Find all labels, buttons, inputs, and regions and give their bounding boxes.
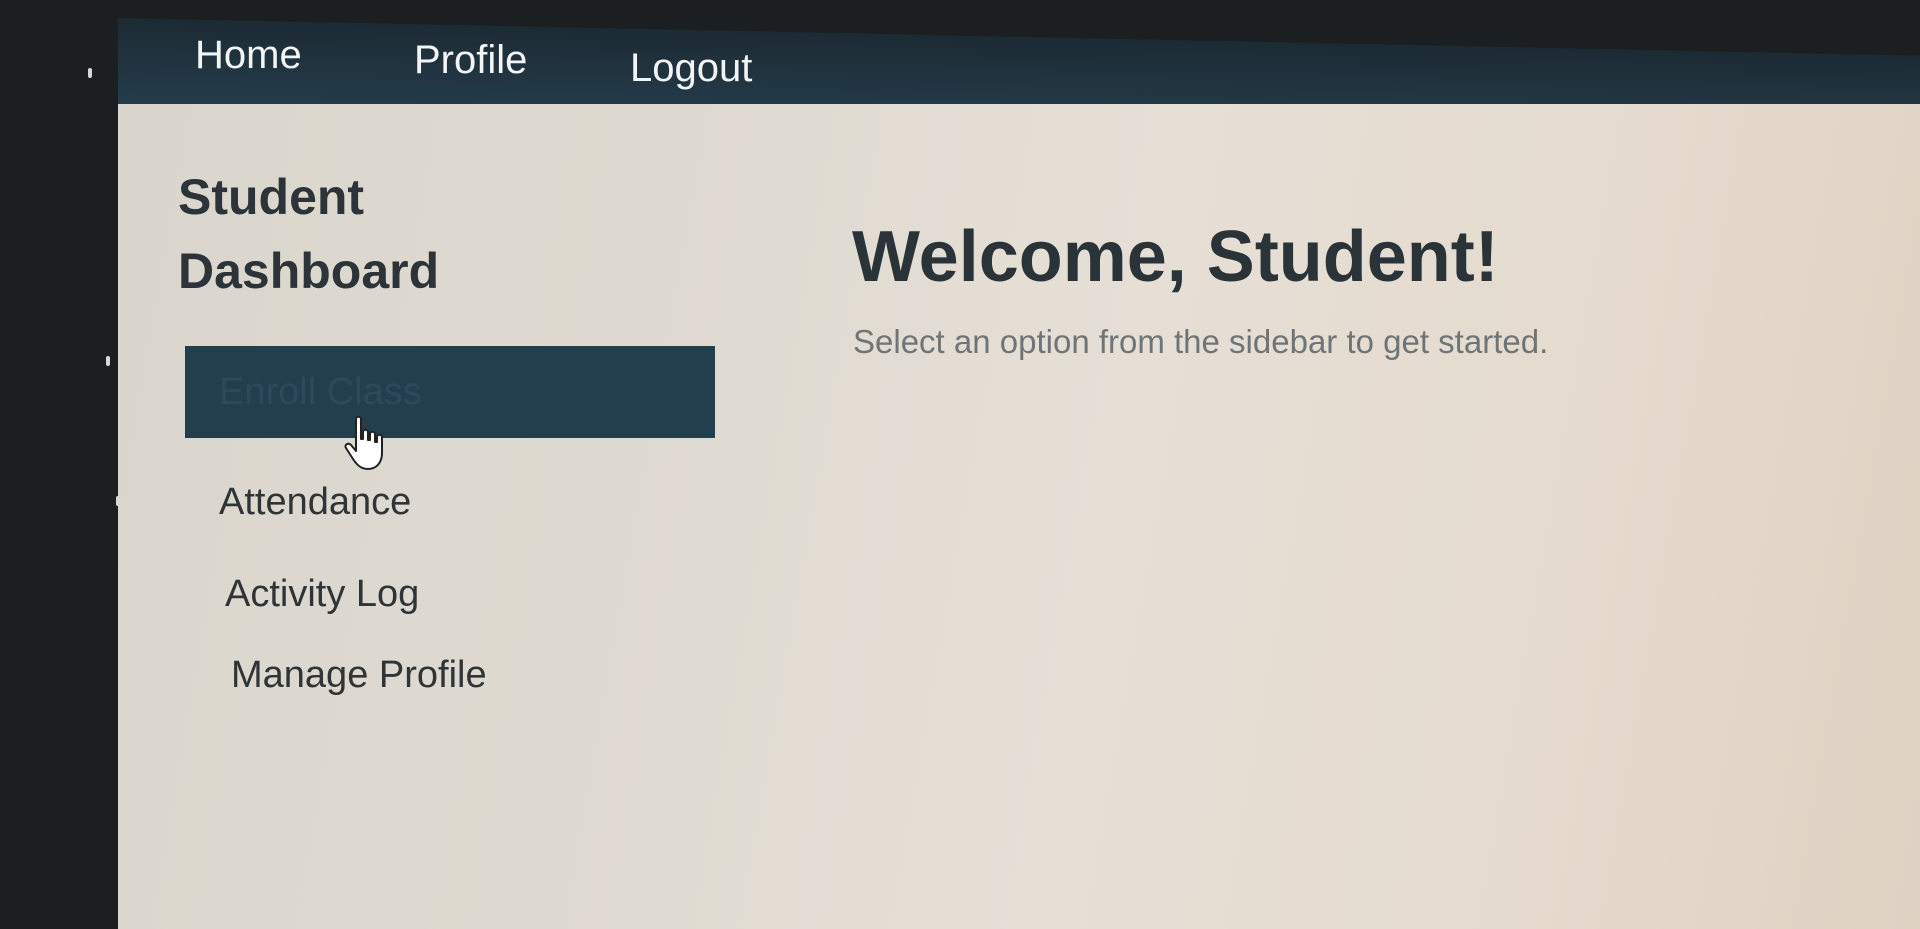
hand-pointer-icon bbox=[344, 415, 383, 470]
welcome-subtitle: Select an option from the sidebar to get… bbox=[853, 323, 1549, 360]
sidebar-item-manage-profile[interactable]: Manage Profile bbox=[185, 640, 715, 732]
sidebar-item-enroll-class[interactable]: Enroll Class bbox=[185, 346, 715, 438]
nav-profile-link[interactable]: Profile bbox=[414, 38, 527, 83]
nav-logout-link[interactable]: Logout bbox=[630, 46, 752, 91]
sidebar-item-activity-log[interactable]: Activity Log bbox=[185, 548, 715, 640]
monitor-screen: Home Profile Logout Student Dashboard En… bbox=[0, 0, 1920, 929]
nav-home-link[interactable]: Home bbox=[195, 33, 302, 78]
sidebar-menu: Enroll Class Attendance Activity Log Man… bbox=[185, 346, 715, 732]
bezel-dot bbox=[88, 68, 92, 78]
welcome-heading: Welcome, Student! bbox=[852, 217, 1499, 297]
bezel-dot bbox=[106, 356, 110, 366]
sidebar-title: Student Dashboard bbox=[178, 169, 440, 299]
sidebar-item-attendance[interactable]: Attendance bbox=[185, 456, 715, 548]
